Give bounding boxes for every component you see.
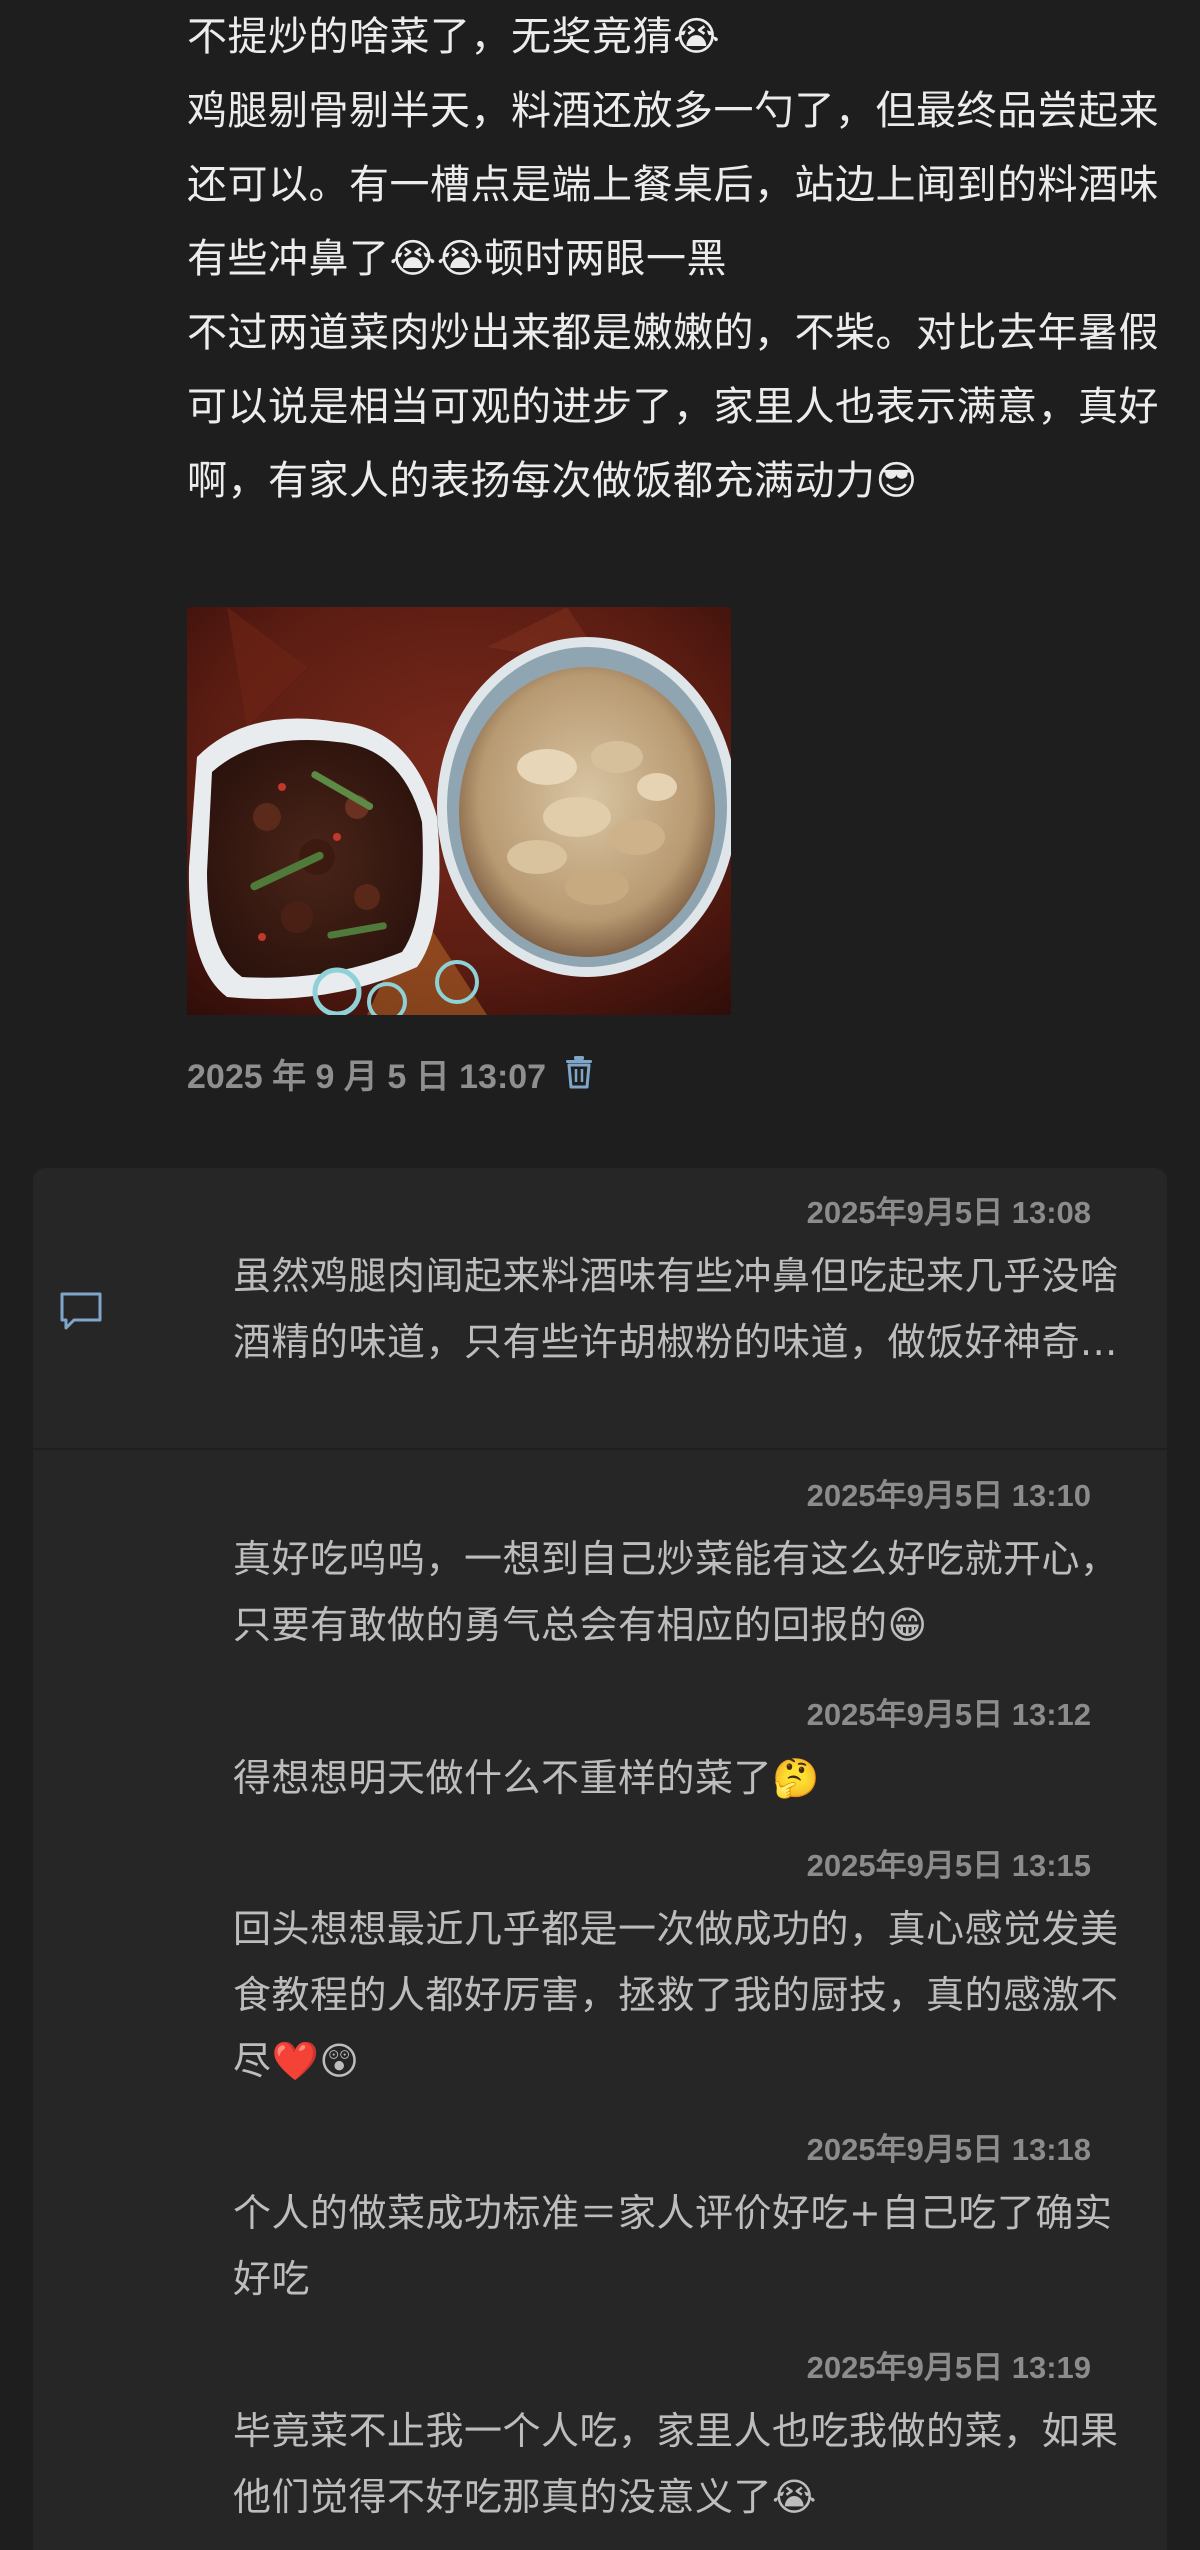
post-timestamp: 2025 年 9 月 5 日 13:07 [187,1057,547,1096]
comment-item: 2025年9月5日 13:18 个人的做菜成功标准＝家人评价好吃+自己吃了确实好… [233,2130,1143,2312]
comment-text: 虽然鸡腿肉闻起来料酒味有些冲鼻但吃起来几乎没啥酒精的味道，只有些许胡椒粉的味道，… [233,1254,1119,1364]
trash-icon[interactable] [564,1055,598,1091]
comment-text: 真好吃呜呜，一想到自己炒菜能有这么好吃就开心，只要有敢做的勇气总会有相应的回报的… [233,1537,1119,1647]
comment-item: 2025年9月5日 13:10 真好吃呜呜，一想到自己炒菜能有这么好吃就开心，只… [233,1476,1143,1658]
comment-timestamp: 2025年9月5日 13:15 [806,1848,1091,1883]
post-body: 不提炒的啥菜了，无奖竞猜😭 鸡腿剔骨剔半天，料酒还放多一勺了，但最终品尝起来还可… [187,0,1177,518]
comment-item: 2025年9月5日 13:15 回头想想最近几乎都是一次做成功的，真心感觉发美食… [233,1846,1143,2094]
comment-timestamp: 2025年9月5日 13:18 [806,2132,1091,2167]
post-paragraph-1: 不提炒的啥菜了，无奖竞猜😭 [187,14,721,60]
comment-timestamp: 2025年9月5日 13:10 [806,1478,1091,1513]
comment-divider [33,1448,1167,1450]
comment-item: 2025年9月5日 13:19 毕竟菜不止我一个人吃，家里人也吃我做的菜，如果他… [233,2348,1143,2530]
post-meta: 2025 年 9 月 5 日 13:07 [187,1048,598,1098]
comment-timestamp: 2025年9月5日 13:12 [806,1697,1091,1732]
comment-icon[interactable] [58,1290,104,1332]
comment-timestamp: 2025年9月5日 13:08 [806,1195,1091,1230]
comment-text: 得想想明天做什么不重样的菜了🤔 [233,1756,820,1800]
comment-text: 个人的做菜成功标准＝家人评价好吃+自己吃了确实好吃 [233,2191,1113,2301]
post-photo[interactable] [187,607,731,1015]
comment-text: 回头想想最近几乎都是一次做成功的，真心感觉发美食教程的人都好厉害，拯救了我的厨技… [233,1907,1119,2083]
post-paragraph-2: 鸡腿剔骨剔半天，料酒还放多一勺了，但最终品尝起来还可以。有一槽点是端上餐桌后，站… [187,88,1159,282]
comment-text: 毕竟菜不止我一个人吃，家里人也吃我做的菜，如果他们觉得不好吃那真的没意义了😭 [233,2409,1119,2519]
comment-item: 2025年9月5日 13:12 得想想明天做什么不重样的菜了🤔 [233,1695,1143,1811]
comment-timestamp: 2025年9月5日 13:19 [806,2350,1091,2385]
food-photo-image [187,607,731,1015]
post-paragraph-3: 不过两道菜肉炒出来都是嫩嫩的，不柴。对比去年暑假可以说是相当可观的进步了，家里人… [187,310,1159,504]
comment-item: 2025年9月5日 13:08 虽然鸡腿肉闻起来料酒味有些冲鼻但吃起来几乎没啥酒… [233,1193,1143,1375]
